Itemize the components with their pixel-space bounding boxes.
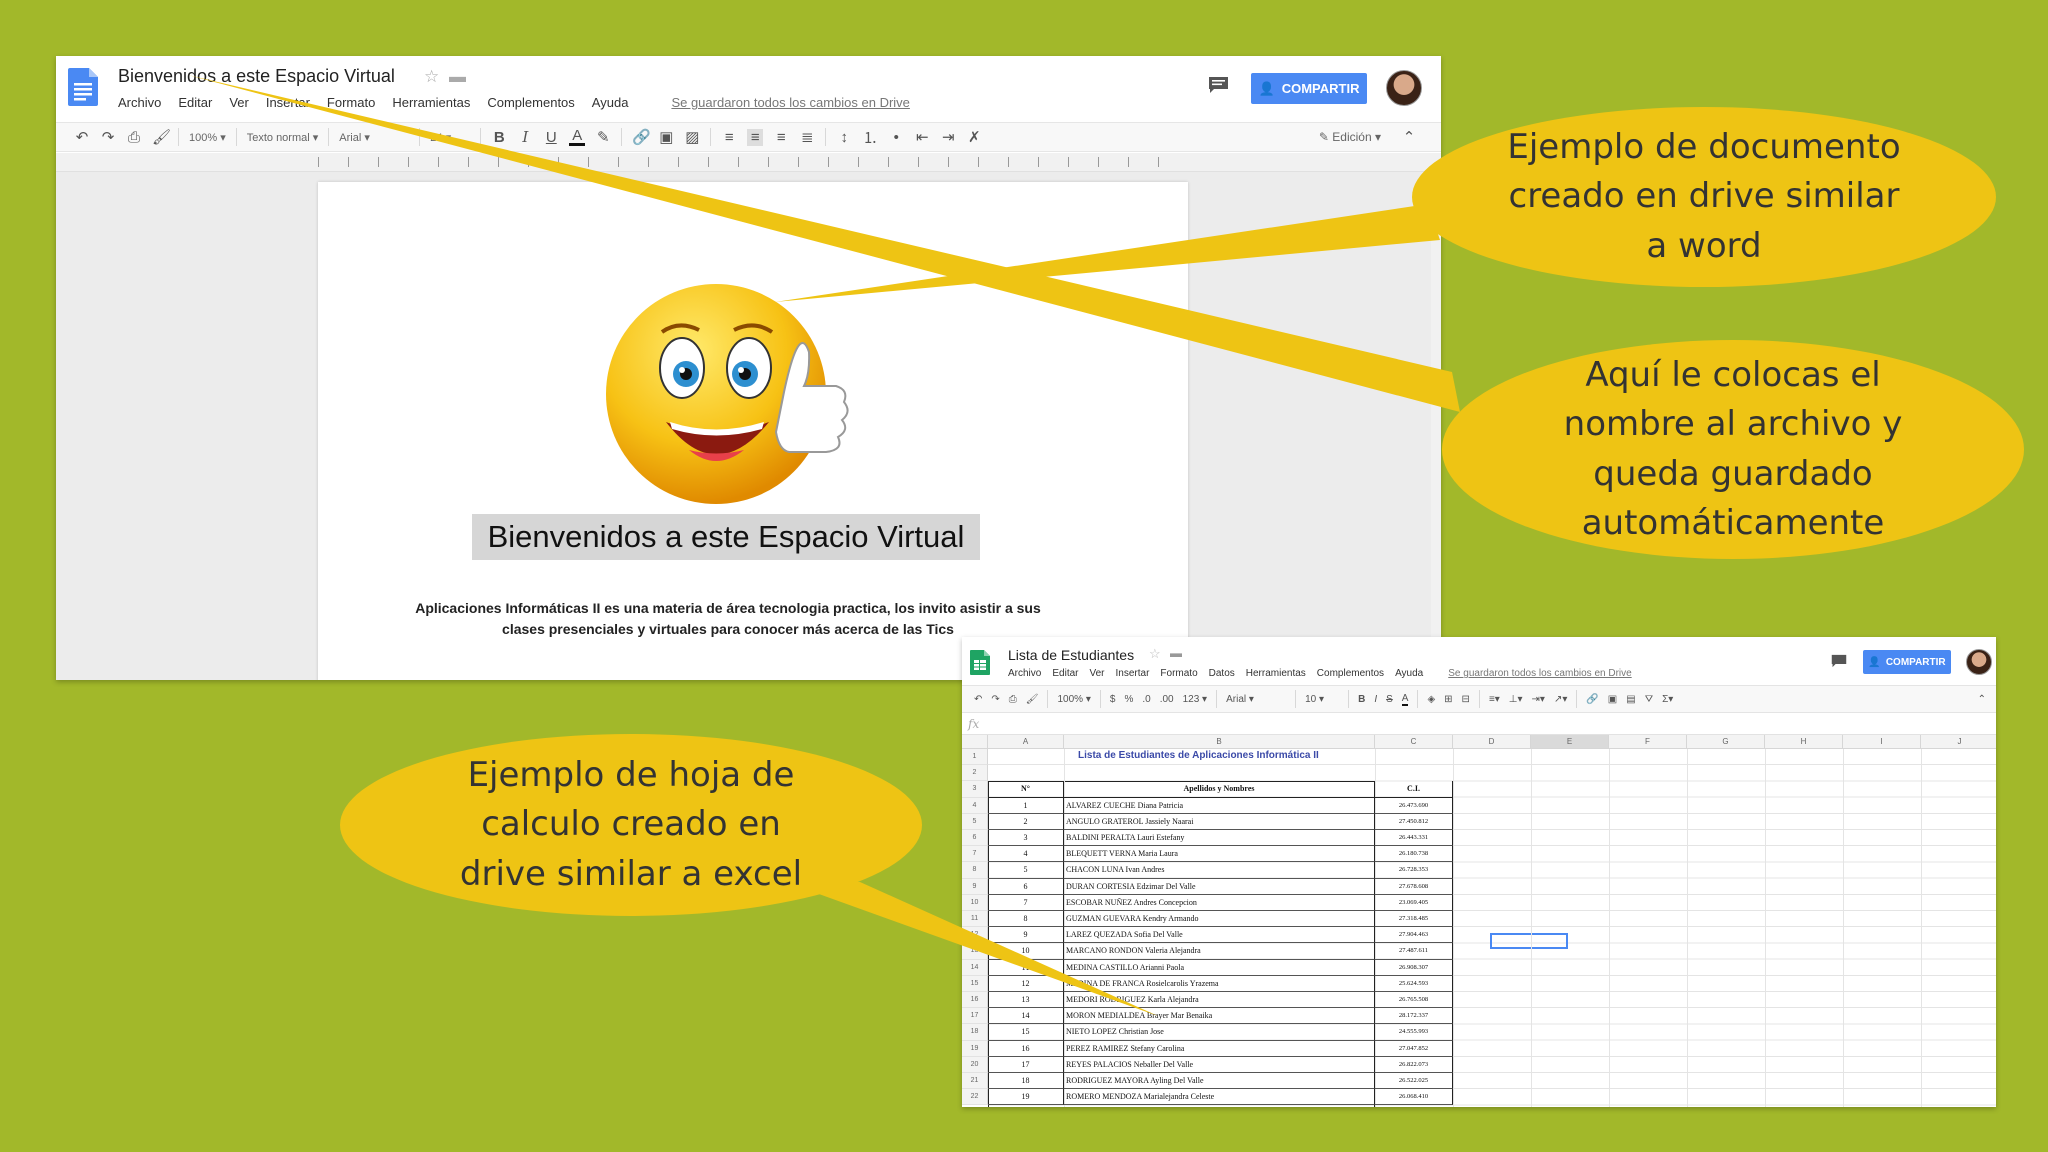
- callout-doc-example-text: Ejemplo de documento creado en drive sim…: [1507, 127, 1901, 266]
- callout-sheet-example-text: Ejemplo de hoja de calculo creado en dri…: [459, 755, 803, 894]
- callout-doc-example: Ejemplo de documento creado en drive sim…: [1412, 107, 1996, 287]
- callout-rename-tip: Aquí le colocas el nombre al archivo y q…: [1442, 340, 2024, 559]
- callout-rename-tip-text: Aquí le colocas el nombre al archivo y q…: [1563, 354, 1903, 543]
- callout-sheet-example: Ejemplo de hoja de calculo creado en dri…: [340, 734, 922, 916]
- pointer-to-sheet: [780, 880, 1158, 1016]
